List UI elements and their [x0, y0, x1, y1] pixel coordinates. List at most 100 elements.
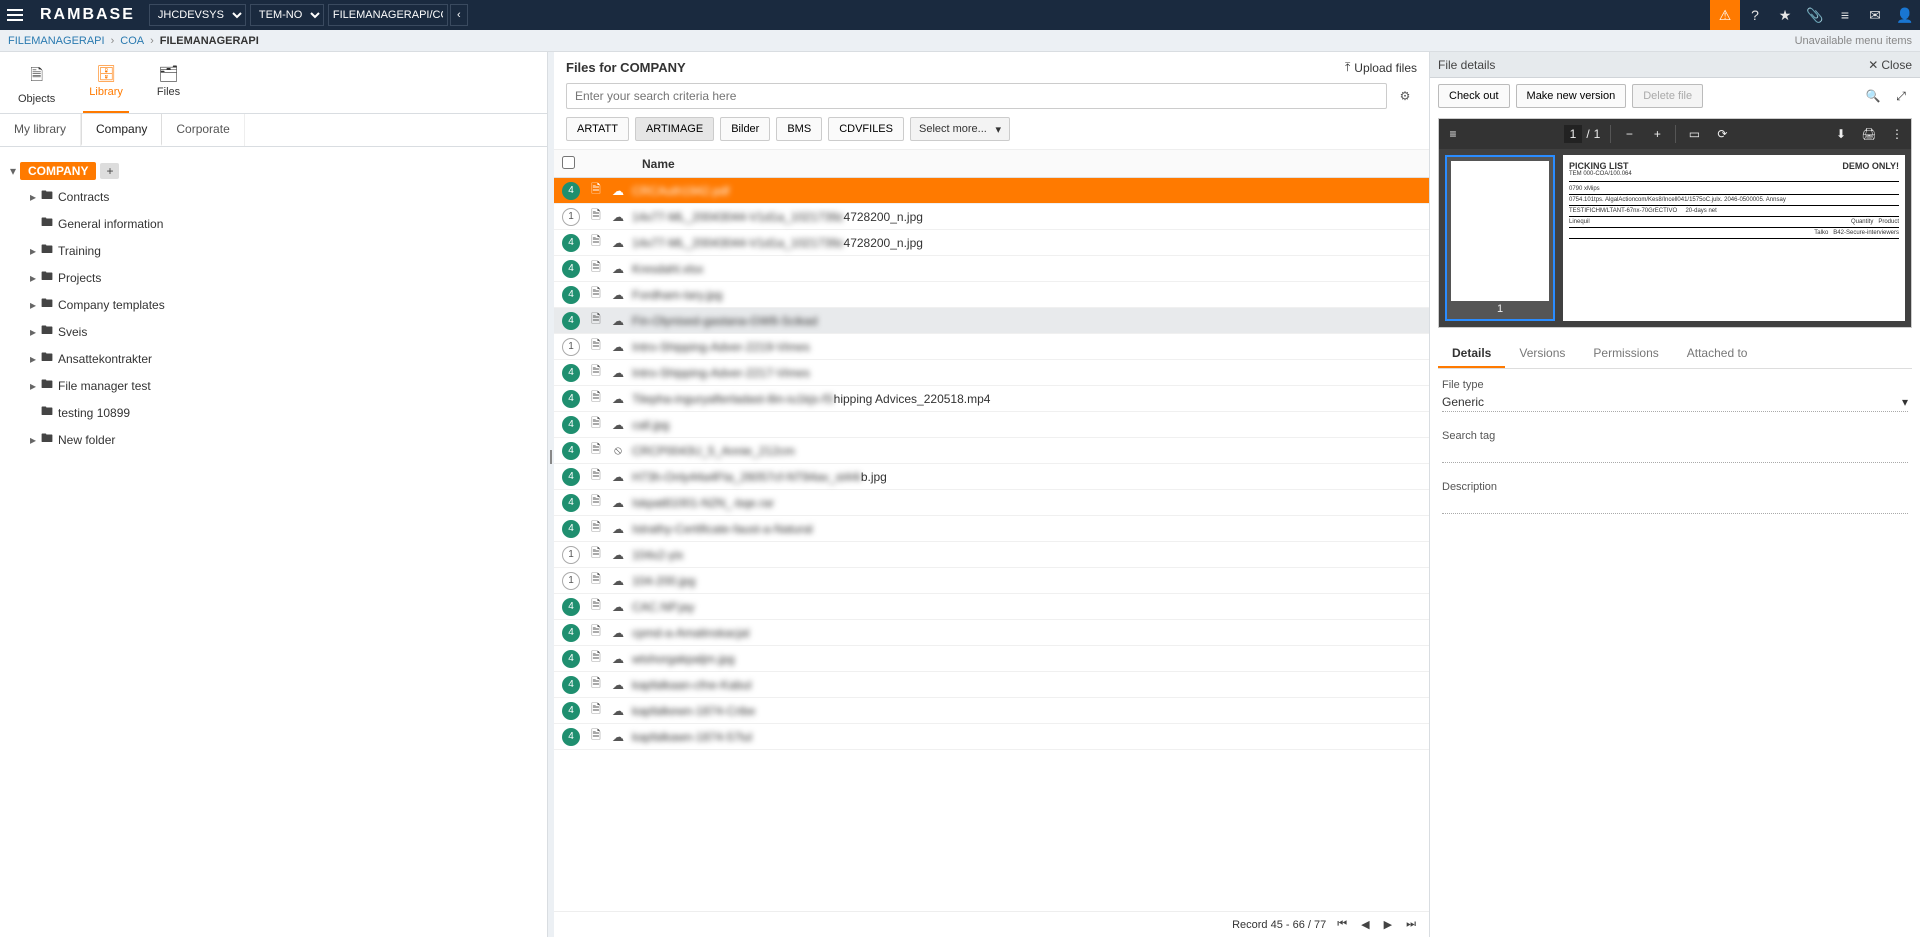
file-row[interactable]: 4 🗎 ☁ kapfalkawn-1874-57lul	[554, 724, 1429, 750]
subtab-my-library[interactable]: My library	[0, 114, 81, 146]
file-row[interactable]: 1 🗎 ☁ 104x2-yix	[554, 542, 1429, 568]
tab-library[interactable]: 🗄 Library	[83, 60, 129, 113]
upload-files-button[interactable]: ⤒ Upload files	[1345, 60, 1417, 75]
rotate-icon[interactable]: ⟳	[1708, 127, 1736, 141]
close-button[interactable]: ✕ Close	[1868, 58, 1912, 72]
search-tag-input[interactable]	[1442, 444, 1908, 463]
expand-icon[interactable]: ⤢	[1890, 85, 1912, 107]
caret-right-icon[interactable]: ▸	[26, 298, 40, 312]
list-icon[interactable]: ≡	[1830, 0, 1860, 30]
filter-select-more[interactable]: Select more... ▾	[910, 117, 1010, 141]
caret-right-icon[interactable]: ▸	[26, 433, 40, 447]
filter-button[interactable]: ARTATT	[566, 117, 629, 141]
tree-node-label[interactable]: testing 10899	[58, 406, 130, 420]
breadcrumb-link[interactable]: COA	[120, 35, 144, 47]
download-icon[interactable]: ⬇	[1827, 127, 1855, 141]
caret-right-icon[interactable]	[26, 406, 40, 420]
pdf-menu-icon[interactable]: ≡	[1439, 127, 1467, 141]
file-row[interactable]: 4 🗎 ☁ CAC.NP.jay	[554, 594, 1429, 620]
pdf-page-view[interactable]: PICKING LIST DEMO ONLY! TEM 000-COA/100.…	[1563, 155, 1905, 321]
tree-node-label[interactable]: Training	[58, 244, 101, 258]
tree-node[interactable]: ▸🖿Ansattekontrakter	[26, 345, 541, 372]
tree-node-label[interactable]: New folder	[58, 433, 115, 447]
select-all-checkbox[interactable]	[562, 156, 575, 169]
tree-node-label[interactable]: Contracts	[58, 190, 109, 204]
tree-node[interactable]: ▸🖿Sveis	[26, 318, 541, 345]
pager-first-icon[interactable]: ⏮	[1334, 918, 1350, 931]
file-row[interactable]: 4 🗎 ⦸ CRCP0043U_5_Annie_212cm	[554, 438, 1429, 464]
pdf-page-current[interactable]: 1	[1564, 125, 1583, 143]
caret-right-icon[interactable]: ▸	[26, 271, 40, 285]
user-icon[interactable]: 👤	[1890, 0, 1920, 30]
add-folder-button[interactable]: +	[100, 163, 119, 179]
tree-node-label[interactable]: Ansattekontrakter	[58, 352, 152, 366]
tree-node[interactable]: 🖿General information	[26, 210, 541, 237]
splitter[interactable]	[548, 52, 554, 937]
tree-node[interactable]: ▸🖿New folder	[26, 426, 541, 453]
tree-node-label[interactable]: Projects	[58, 271, 101, 285]
tab-versions[interactable]: Versions	[1505, 340, 1579, 368]
gear-icon[interactable]: ⚙	[1393, 84, 1417, 108]
file-row[interactable]: 4 🗎 ☁ CRCAuth1942.pdf	[554, 178, 1429, 204]
tab-permissions[interactable]: Permissions	[1579, 340, 1672, 368]
file-row[interactable]: 4 🗎 ☁ cpmd-a-Amalinskacjal	[554, 620, 1429, 646]
star-icon[interactable]: ★	[1770, 0, 1800, 30]
print-icon[interactable]: 🖨	[1855, 127, 1883, 141]
root-label[interactable]: COMPANY	[20, 162, 96, 180]
file-row[interactable]: 4 🗎 ☁ 14x77-ML_20043044-V1d1a_1021739z47…	[554, 230, 1429, 256]
filter-button[interactable]: CDVFILES	[828, 117, 904, 141]
file-row[interactable]: 4 🗎 ☁ Fordham-tary.jpg	[554, 282, 1429, 308]
filter-button[interactable]: BMS	[776, 117, 822, 141]
caret-right-icon[interactable]: ▸	[26, 244, 40, 258]
tree-node-label[interactable]: Company templates	[58, 298, 165, 312]
search-input[interactable]	[566, 83, 1387, 109]
attachment-icon[interactable]: 📎	[1800, 0, 1830, 30]
file-row[interactable]: 4 🗎 ☁ Intro-Shipping-Adver-2217-Vimes	[554, 360, 1429, 386]
tree-node-label[interactable]: Sveis	[58, 325, 87, 339]
col-name[interactable]: Name	[590, 157, 675, 171]
pdf-thumbnail[interactable]: 1	[1445, 155, 1555, 321]
filter-button[interactable]: ARTIMAGE	[635, 117, 714, 141]
checkout-button[interactable]: Check out	[1438, 84, 1510, 108]
lang-select[interactable]: TEM-NO	[250, 4, 324, 26]
file-row[interactable]: 4 🗎 ☁ wtshorgakpaljm.jpg	[554, 646, 1429, 672]
mail-icon[interactable]: ✉	[1860, 0, 1890, 30]
tree-node[interactable]: ▸🖿Contracts	[26, 183, 541, 210]
env-select[interactable]: JHCDEVSYS	[149, 4, 246, 26]
subtab-company[interactable]: Company	[81, 114, 162, 146]
pager-last-icon[interactable]: ⏭	[1403, 918, 1419, 931]
tree-node[interactable]: ▸🖿Training	[26, 237, 541, 264]
file-row[interactable]: 1 🗎 ☁ 14x77-ML_20043044-V1d1a_1021739z47…	[554, 204, 1429, 230]
caret-right-icon[interactable]: ▸	[26, 190, 40, 204]
tree-root[interactable]: ▾ COMPANY +	[6, 159, 541, 183]
pager-next-icon[interactable]: ▶	[1381, 918, 1395, 931]
breadcrumb-link[interactable]: FILEMANAGERAPI	[8, 35, 105, 47]
filter-button[interactable]: Bilder	[720, 117, 770, 141]
tab-objects[interactable]: 🗎 Objects	[12, 60, 61, 113]
path-go-button[interactable]: ‹	[450, 4, 468, 26]
description-input[interactable]	[1442, 495, 1908, 514]
file-type-select[interactable]: Generic ▾	[1442, 393, 1908, 412]
tab-attached-to[interactable]: Attached to	[1673, 340, 1762, 368]
help-icon[interactable]: ?	[1740, 0, 1770, 30]
tree-node[interactable]: ▸🖿File manager test	[26, 372, 541, 399]
file-row[interactable]: 1 🗎 ☁ Intro-Shipping-Adver-2219-Vimes	[554, 334, 1429, 360]
file-row[interactable]: 4 🗎 ☁ Tilepha-inguryafterladast-8in-iu1k…	[554, 386, 1429, 412]
zoom-in-icon[interactable]: +	[1643, 127, 1671, 141]
search-icon[interactable]: 🔍	[1862, 85, 1884, 107]
file-row[interactable]: 4 🗎 ☁ kapfalkaan-cfne-Kabul	[554, 672, 1429, 698]
file-row[interactable]: 4 🗎 ☁ kapfalkewn-1874-Cribe	[554, 698, 1429, 724]
caret-right-icon[interactable]	[26, 217, 40, 231]
zoom-out-icon[interactable]: −	[1615, 127, 1643, 141]
more-icon[interactable]: ⋮	[1883, 127, 1911, 141]
hamburger-icon[interactable]	[0, 0, 30, 30]
tree-node[interactable]: ▸🖿Company templates	[26, 291, 541, 318]
file-row[interactable]: 4 🗎 ☁ Kresdahl.xlsx	[554, 256, 1429, 282]
pager-prev-icon[interactable]: ◀	[1358, 918, 1372, 931]
file-row[interactable]: 4 🗎 ☁ Fin-Olynised-gastana-GW8-Scikad	[554, 308, 1429, 334]
caret-right-icon[interactable]: ▸	[26, 379, 40, 393]
path-input[interactable]	[328, 4, 448, 26]
unavailable-menu-link[interactable]: Unavailable menu items	[1795, 35, 1912, 47]
tree-node-label[interactable]: File manager test	[58, 379, 151, 393]
file-row[interactable]: 4 🗎 ☁ H73h-Only44a4Fta_26057cf-NT84av_st…	[554, 464, 1429, 490]
